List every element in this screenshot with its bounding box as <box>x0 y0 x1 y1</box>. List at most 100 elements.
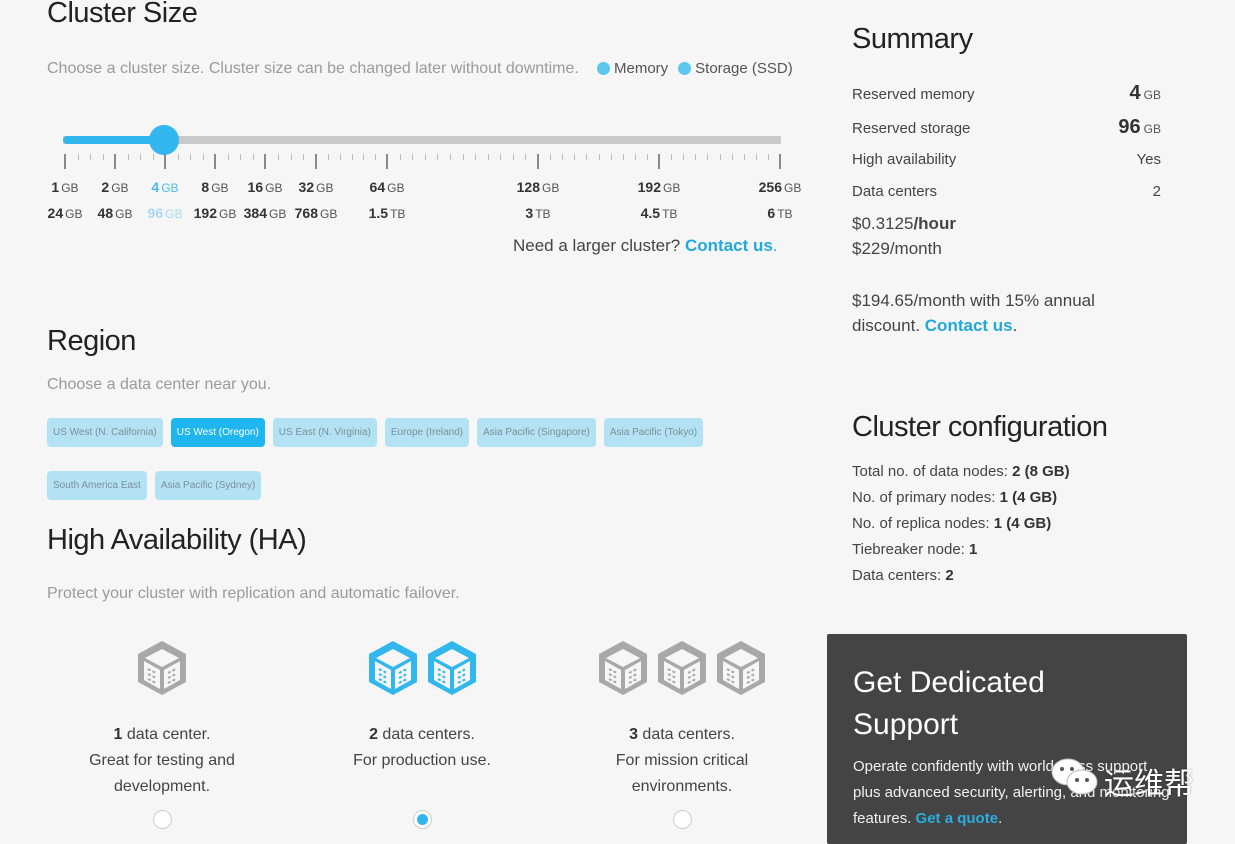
slider-stop-memory-label[interactable]: 32 GB <box>299 179 334 195</box>
slider-minor-tick <box>399 154 401 160</box>
memory-unit: GB <box>784 181 802 195</box>
slider-minor-tick <box>449 154 451 160</box>
slider-stop-storage-label[interactable]: 3 TB <box>525 205 550 221</box>
storage-value: 1.5 <box>368 205 389 221</box>
slider-minor-tick <box>327 154 329 160</box>
slider-stop-memory-label[interactable]: 8 GB <box>201 179 228 195</box>
slider-stop-storage-label[interactable]: 192 GB <box>194 205 237 221</box>
watermark-text: 运维帮 <box>1104 767 1194 802</box>
support-title: Get Dedicated Support <box>853 662 1045 746</box>
storage-value: 3 <box>525 205 534 221</box>
ha-option-1-data-center[interactable]: 1 data center. Great for testing and deve… <box>32 638 292 829</box>
slider-minor-tick <box>351 154 353 160</box>
memory-unit: GB <box>265 181 283 195</box>
slider-stop-storage-label[interactable]: 6 TB <box>767 205 792 221</box>
slider-stop-memory-label[interactable]: 64 GB <box>370 179 405 195</box>
memory-value: 16 <box>247 179 264 195</box>
storage-unit: GB <box>320 207 338 221</box>
summary-value: 96 GB <box>1118 116 1161 139</box>
slider-minor-tick <box>500 154 502 160</box>
slider-stop-storage-label[interactable]: 384 GB <box>244 205 287 221</box>
memory-value: 128 <box>516 179 541 195</box>
region-option-button[interactable]: Europe (Ireland) <box>384 418 470 447</box>
region-option-button[interactable]: Asia Pacific (Singapore) <box>477 418 596 447</box>
ha-line2: For production use. <box>353 752 491 769</box>
slider-minor-tick <box>339 154 341 160</box>
data-center-icon <box>138 641 186 695</box>
ha-radio[interactable] <box>152 810 172 829</box>
region-option-button[interactable]: Asia Pacific (Sydney) <box>154 471 262 500</box>
slider-stop-memory-label[interactable]: 1 GB <box>51 179 78 195</box>
region-option-button[interactable]: Asia Pacific (Tokyo) <box>603 418 704 447</box>
slider-minor-tick <box>90 154 91 160</box>
slider-stop-memory-label[interactable]: 2 GB <box>101 179 128 195</box>
summary-label: Data centers <box>852 183 938 200</box>
slider-minor-tick <box>424 154 426 160</box>
data-center-icon <box>717 641 765 695</box>
memory-value: 192 <box>637 179 662 195</box>
slider-stop-memory-label[interactable]: 16 GB <box>248 179 283 195</box>
memory-unit: GB <box>663 181 681 195</box>
ha-radio[interactable] <box>412 810 432 829</box>
memory-unit: GB <box>542 181 560 195</box>
legend-item: Storage (SSD) <box>678 56 793 81</box>
contact-us-link[interactable]: Contact us <box>685 236 773 255</box>
ha-option-3-data-center[interactable]: 3 data centers. For mission critical envi… <box>552 638 812 829</box>
slider-minor-tick <box>707 154 709 160</box>
annual-discount: $194.65/month with 15% annual discount. … <box>852 288 1152 338</box>
slider-major-tick <box>164 154 166 169</box>
storage-value: 96 <box>147 205 164 221</box>
slider-stop-memory-label[interactable]: 256 GB <box>759 179 802 195</box>
slider-major-tick <box>114 154 116 169</box>
slider-minor-tick <box>487 154 489 160</box>
slider-minor-tick <box>240 154 241 160</box>
data-center-icon <box>599 641 647 695</box>
slider-stop-storage-label[interactable]: 24 GB <box>48 205 83 221</box>
storage-value: 6 <box>767 205 776 221</box>
config-value: 1 (4 GB) <box>993 515 1052 532</box>
discount-contact-us-link[interactable]: Contact us <box>925 316 1013 335</box>
region-option-button[interactable]: South America East <box>47 471 147 500</box>
get-a-quote-link[interactable]: Get a quote <box>916 810 999 827</box>
slider-minor-tick <box>574 154 576 160</box>
ha-count: 3 <box>629 726 638 743</box>
ha-option-2-data-center[interactable]: 2 data centers. For production use. <box>292 638 552 829</box>
slider-stop-storage-label[interactable]: 768 GB <box>295 205 338 221</box>
region-option-button[interactable]: US East (N. Virginia) <box>272 418 377 447</box>
summary-unit: GB <box>1143 88 1161 102</box>
legend-label: Storage (SSD) <box>695 60 793 77</box>
region-option-button[interactable]: US West (Oregon) <box>170 418 265 447</box>
legend-dot-icon <box>678 62 692 75</box>
summary-number: 4 <box>1129 82 1141 104</box>
cluster-config-row: Tiebreaker node: 1 <box>852 537 977 563</box>
larger-cluster-prompt: Need a larger cluster? Contact us. <box>513 236 778 256</box>
memory-value: 64 <box>369 179 386 195</box>
slider-stop-storage-label[interactable]: 1.5 TB <box>369 205 406 221</box>
wechat-icon <box>1050 756 1100 806</box>
legend-label: Memory <box>614 60 669 77</box>
ha-line2: For mission critical environments. <box>615 752 749 795</box>
cluster-size-legend: Memory Storage (SSD) <box>587 56 793 83</box>
cluster-config-row: Total no. of data nodes: 2 (8 GB) <box>852 459 1070 485</box>
slider-stop-memory-label[interactable]: 4 GB <box>151 179 178 195</box>
ha-title: High Availability (HA) <box>47 524 307 556</box>
cluster-size-slider-thumb[interactable] <box>149 125 179 155</box>
slider-minor-tick <box>550 154 552 160</box>
config-label: Total no. of data nodes: <box>852 463 1013 480</box>
slider-major-tick <box>315 154 317 169</box>
summary-number: 96 <box>1118 116 1141 138</box>
slider-stop-memory-label[interactable]: 128 GB <box>517 179 560 195</box>
ha-line1: data centers. <box>377 726 475 743</box>
slider-stop-storage-label[interactable]: 4.5 TB <box>641 205 678 221</box>
slider-minor-tick <box>140 154 141 160</box>
ha-radio[interactable] <box>672 810 692 829</box>
region-option-button[interactable]: US West (N. California) <box>47 418 163 447</box>
slider-stop-storage-label[interactable]: 96 GB <box>148 205 183 221</box>
slider-minor-tick <box>363 154 365 160</box>
slider-stop-storage-label[interactable]: 48 GB <box>98 205 133 221</box>
slider-major-tick <box>264 154 266 169</box>
storage-value: 384 <box>243 205 268 221</box>
slider-stop-memory-label[interactable]: 192 GB <box>638 179 681 195</box>
monthly-price: $229/month <box>852 239 942 258</box>
cluster-config-row: No. of primary nodes: 1 (4 GB) <box>852 485 1057 511</box>
